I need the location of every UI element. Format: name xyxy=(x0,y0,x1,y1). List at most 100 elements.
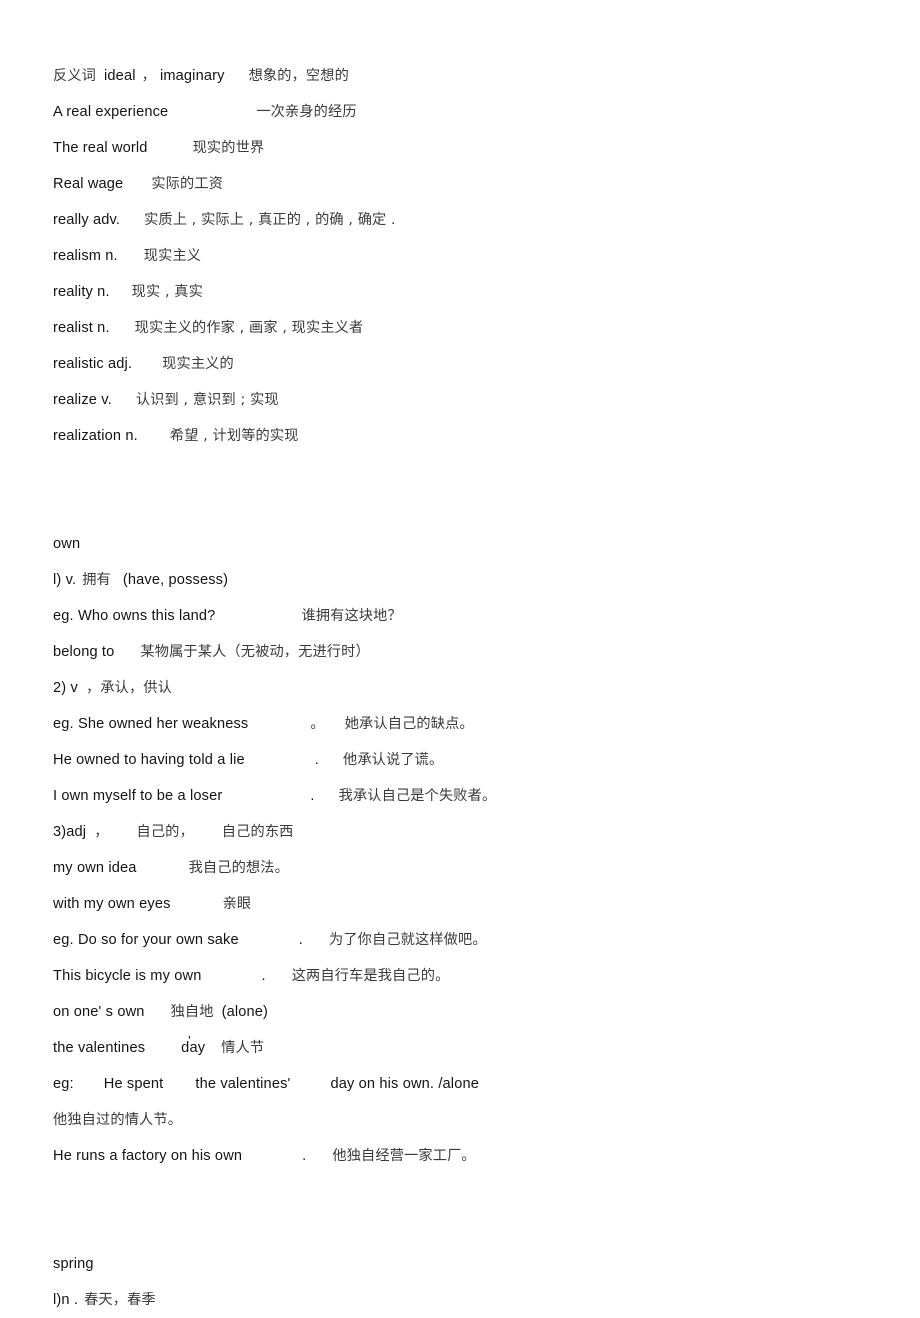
text-line: l) v. 拥有 (have, possess) xyxy=(53,562,873,598)
line-en: l)n . xyxy=(53,1292,79,1308)
line-en: realistic adj. xyxy=(53,356,133,372)
line-cn: 现实的世界 xyxy=(192,140,265,156)
line-en: belong to xyxy=(53,644,115,660)
line-en: the valentines xyxy=(53,1040,146,1056)
line-en: realist n. xyxy=(53,320,110,336)
line-en: A real experience xyxy=(53,104,169,120)
line-cn: 这两自行车是我自己的。 xyxy=(291,968,450,984)
line-cn: 某物属于某人（无被动，无进行时） xyxy=(140,644,370,660)
text-line: 2) v ，承认，供认 xyxy=(53,670,873,706)
text-line: I own myself to be a loser. 我承认自己是个失败者。 xyxy=(53,778,873,814)
line-cn: 拥有 xyxy=(82,572,111,588)
line-cn-lead: 反义词 xyxy=(53,68,97,84)
text-line: on one' s own 独自地 (alone) xyxy=(53,994,873,1030)
text-line: my own idea 我自己的想法。 xyxy=(53,850,873,886)
line-en-2: imaginary xyxy=(159,68,225,84)
line-cn: 他独自过的情人节。 xyxy=(53,1112,183,1128)
line-punct: . xyxy=(298,932,303,948)
line-en: The real world xyxy=(53,140,148,156)
line-en: ideal xyxy=(104,68,136,84)
text-line: 3)adj ， 自己的， 自己的东西 xyxy=(53,814,873,850)
text-line: realization n. 希望 , 计划等的实现 xyxy=(53,418,873,454)
line-cn: 实际的工资 xyxy=(151,176,224,192)
line-punct: . xyxy=(314,752,319,768)
text-line: eg. Who owns this land? 谁拥有这块地？ xyxy=(53,598,873,634)
line-en: reality n. xyxy=(53,284,110,300)
line-cn-mid: ， xyxy=(141,68,156,84)
line-en: realism n. xyxy=(53,248,118,264)
line-en: eg. She owned her weakness xyxy=(53,716,249,732)
line-punct: 。 xyxy=(310,716,325,732)
line-cn: 谁拥有这块地？ xyxy=(301,608,402,624)
line-cn: 现实主义 xyxy=(143,248,202,264)
line-cn: 他独自经营一家工厂。 xyxy=(332,1148,476,1164)
line-en: This bicycle is my own xyxy=(53,968,202,984)
text-line: reality n. 现实 , 真实 xyxy=(53,274,873,310)
line-cn: ，承认，供认 xyxy=(85,680,172,696)
line-cn: 为了你自己就这样做吧。 xyxy=(328,932,487,948)
text-line: eg. Do so for your own sake. 为了你自己就这样做吧。 xyxy=(53,922,873,958)
text-line: He owned to having told a lie. 他承认说了谎。 xyxy=(53,742,873,778)
line-en-tail: (have, possess) xyxy=(122,572,229,588)
text-line: He runs a factory on his own. 他独自经营一家工厂。 xyxy=(53,1138,873,1174)
line-punct: . xyxy=(302,1148,307,1164)
line-cn: 独自地 xyxy=(170,1004,214,1020)
text-line: realize v. 认识到 , 意识到 ; 实现 xyxy=(53,382,873,418)
line-en: 2) v xyxy=(53,680,78,696)
line-cn: 亲眼 xyxy=(222,896,252,912)
line-cn: 一次亲身的经历 xyxy=(256,104,357,120)
line-cn: 春天，春季 xyxy=(84,1292,156,1308)
line-punct: . xyxy=(261,968,266,984)
line-punct: . xyxy=(310,788,315,804)
text-line: belong to 某物属于某人（无被动，无进行时） xyxy=(53,634,873,670)
line-en: eg. Who owns this land? xyxy=(53,608,216,624)
line-cn: 他承认说了谎。 xyxy=(342,752,444,768)
text-line: A real experience 一次亲身的经历 xyxy=(53,94,873,130)
text-line: really adv. 实质上 , 实际上 , 真正的 , 的确 , 确定 . xyxy=(53,202,873,238)
line-cn: 现实 , 真实 xyxy=(131,284,203,300)
section-heading-label: own xyxy=(53,536,81,552)
line-en: really adv. xyxy=(53,212,121,228)
section-heading-spring: spring xyxy=(53,1246,873,1282)
text-line: with my own eyes 亲眼 xyxy=(53,886,873,922)
line-en: He runs a factory on his own xyxy=(53,1148,243,1164)
line-cn: 实质上 , 实际上 , 真正的 , 的确 , 确定 . xyxy=(144,212,396,228)
text-line: realist n. 现实主义的作家 , 画家 , 现实主义者 xyxy=(53,310,873,346)
text-line: eg: He spent the valentines' day on his own… xyxy=(53,1066,873,1102)
text-line: l)n . 春天，春季 xyxy=(53,1282,873,1318)
document-body: 反义词 ideal ， imaginary 想象的，空想的 A real experie… xyxy=(53,58,873,1318)
line-cn: 希望 , 计划等的实现 xyxy=(169,428,299,444)
text-line: 反义词 ideal ， imaginary 想象的，空想的 xyxy=(53,58,873,94)
line-en-part-0: eg: xyxy=(53,1076,74,1092)
line-en-tail: (alone) xyxy=(221,1004,269,1020)
line-cn: 现实主义的作家 , 画家 , 现实主义者 xyxy=(134,320,364,336)
line-en: 3)adj xyxy=(53,824,87,840)
line-cn: ， 自己的， 自己的东西 xyxy=(94,824,294,840)
line-en-part-1: He spent xyxy=(103,1076,164,1092)
text-line: eg. She owned her weakness 。 她承认自己的缺点。 xyxy=(53,706,873,742)
line-en: realize v. xyxy=(53,392,112,408)
text-line: Real wage 实际的工资 xyxy=(53,166,873,202)
line-en: on one' s own xyxy=(53,1004,145,1020)
line-en: eg. Do so for your own sake xyxy=(53,932,239,948)
text-line: realistic adj. 现实主义的 xyxy=(53,346,873,382)
text-line: 他独自过的情人节。 xyxy=(53,1102,873,1138)
line-en: He owned to having told a lie xyxy=(53,752,245,768)
text-line: This bicycle is my own. 这两自行车是我自己的。 xyxy=(53,958,873,994)
text-line: The real world 现实的世界 xyxy=(53,130,873,166)
text-line: realism n. 现实主义 xyxy=(53,238,873,274)
line-en: I own myself to be a loser xyxy=(53,788,223,804)
line-en: my own idea xyxy=(53,860,137,876)
line-cn: 认识到 , 意识到 ; 实现 xyxy=(135,392,279,408)
line-cn: 现实主义的 xyxy=(162,356,234,372)
line-en-day-with-apostrophe-artifact: day xyxy=(181,1023,205,1066)
line-en-part-2: the valentines' xyxy=(195,1076,291,1092)
line-cn: 想象的，空想的 xyxy=(248,68,349,84)
line-en: realization n. xyxy=(53,428,138,444)
line-en: l) v. xyxy=(53,572,77,588)
text-line: the valentines day 情人节 xyxy=(53,1023,873,1066)
